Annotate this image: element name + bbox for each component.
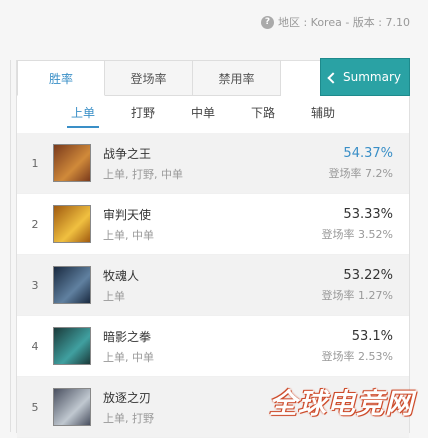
rank-number: 2: [31, 217, 39, 231]
champion-avatar[interactable]: [53, 327, 91, 365]
champion-avatar[interactable]: [53, 144, 91, 182]
rank-number: 3: [31, 278, 39, 292]
summary-button[interactable]: Summary: [320, 58, 410, 96]
champion-avatar[interactable]: [53, 266, 91, 304]
stat-tabs: 胜率 登场率 禁用率: [17, 60, 281, 96]
pick-rate: 登场率 7.2%: [328, 166, 393, 180]
region-version-text: 地区 : Korea - 版本 : 7.10: [277, 16, 410, 29]
champion-row[interactable]: 4 暗影之拳 上单, 中单 53.1% 登场率 2.53%: [17, 316, 409, 377]
champion-row[interactable]: 3 牧魂人 上单 53.22% 登场率 1.27%: [17, 255, 409, 316]
site-watermark-logo: 全球电竞网: [268, 387, 414, 420]
position-tab-bottom[interactable]: 下路: [233, 96, 293, 130]
champion-avatar[interactable]: [53, 205, 91, 243]
chevron-left-icon: [327, 71, 339, 84]
position-tabs: 上单 打野 中单 下路 辅助: [17, 96, 409, 130]
tab-win-rate[interactable]: 胜率: [17, 60, 105, 96]
pick-rate: 登场率 1.27%: [321, 288, 393, 302]
summary-label: Summary: [343, 70, 401, 84]
tab-pick-rate[interactable]: 登场率: [105, 60, 193, 96]
champion-avatar[interactable]: [53, 388, 91, 426]
rank-number: 1: [31, 156, 39, 170]
pick-rate: 登场率 2.53%: [321, 349, 393, 363]
left-panel-edge: [0, 60, 11, 432]
win-rate: 53.1%: [351, 328, 393, 344]
region-version-info: ? 地区 : Korea - 版本 : 7.10: [260, 14, 410, 30]
position-tab-support[interactable]: 辅助: [293, 96, 353, 130]
question-icon[interactable]: ?: [260, 15, 274, 29]
tab-ban-rate[interactable]: 禁用率: [193, 60, 281, 96]
rank-number: 5: [31, 400, 39, 414]
pick-rate: 登场率 3.52%: [321, 227, 393, 241]
position-tab-top[interactable]: 上单: [53, 96, 113, 130]
win-rate: 53.33%: [343, 206, 393, 222]
position-tab-jungle[interactable]: 打野: [113, 96, 173, 130]
win-rate: 54.37%: [343, 145, 393, 161]
position-tab-mid[interactable]: 中单: [173, 96, 233, 130]
rank-number: 4: [31, 339, 39, 353]
champion-row[interactable]: 2 审判天使 上单, 中单 53.33% 登场率 3.52%: [17, 194, 409, 255]
win-rate: 53.22%: [343, 267, 393, 283]
champion-row[interactable]: 1 战争之王 上单, 打野, 中单 54.37% 登场率 7.2%: [17, 133, 409, 194]
